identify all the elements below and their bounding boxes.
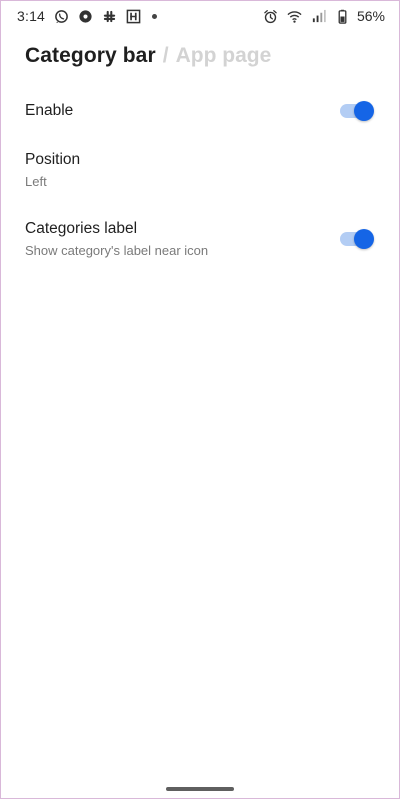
battery-icon <box>335 9 350 24</box>
breadcrumb-separator: / <box>162 44 169 67</box>
setting-enable-title: Enable <box>25 102 74 119</box>
setting-position-title: Position <box>25 151 81 168</box>
hinge-icon <box>126 9 141 24</box>
whatsapp-icon <box>54 9 69 24</box>
enable-toggle-thumb <box>354 101 374 121</box>
setting-enable[interactable]: Enable <box>1 89 399 133</box>
alarm-icon <box>263 9 278 24</box>
setting-position-text: Position Left <box>25 151 80 189</box>
setting-categories-label[interactable]: Categories label Show category's label n… <box>1 207 399 271</box>
enable-toggle[interactable] <box>340 100 374 122</box>
page-title: Category bar <box>25 44 156 67</box>
status-time: 3:14 <box>17 8 46 24</box>
wifi-icon <box>287 9 302 24</box>
setting-position-value: Left <box>25 174 47 189</box>
setting-enable-text: Enable <box>25 102 73 120</box>
screen: 3:14 56% Category bar / App page Enable … <box>0 0 400 799</box>
setting-position[interactable]: Position Left <box>1 137 399 203</box>
categories-label-toggle[interactable] <box>340 228 374 250</box>
status-bar: 3:14 56% <box>1 1 399 31</box>
battery-percent: 56% <box>356 8 385 24</box>
status-left: 3:14 <box>17 8 158 24</box>
more-notifications-dot <box>152 13 158 19</box>
status-right: 56% <box>263 8 385 24</box>
signal-icon <box>311 9 326 24</box>
breadcrumb-app-page[interactable]: App page <box>176 44 272 68</box>
slack-icon <box>102 9 117 24</box>
page-header: Category bar / App page <box>25 44 271 68</box>
lens-icon <box>78 9 93 24</box>
settings-list: Enable Position Left Categories label Sh… <box>1 89 399 271</box>
setting-categories-label-title: Categories label <box>25 220 138 237</box>
setting-categories-label-text: Categories label Show category's label n… <box>25 220 208 258</box>
setting-categories-label-summary: Show category's label near icon <box>25 243 209 258</box>
gesture-nav-handle[interactable] <box>166 787 234 791</box>
categories-label-toggle-thumb <box>354 229 374 249</box>
